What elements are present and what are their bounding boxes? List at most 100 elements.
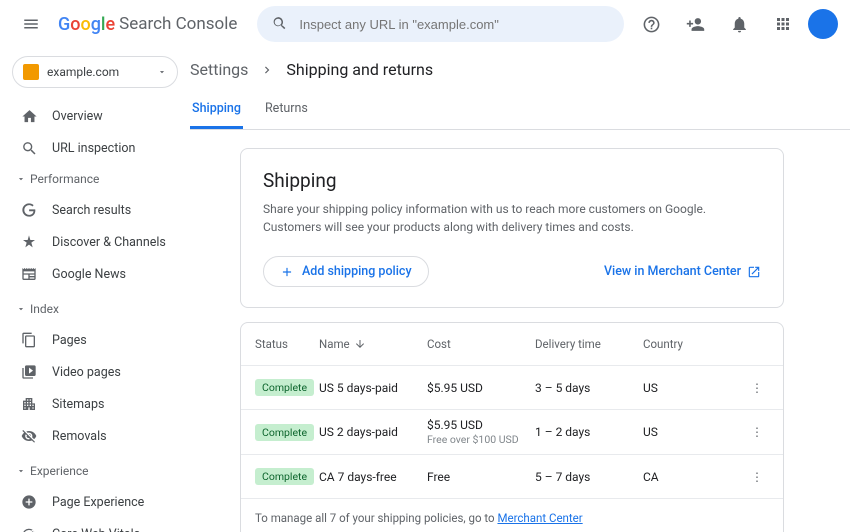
sidebar-item-google-news[interactable]: Google News [8,258,182,290]
users-button[interactable] [676,5,714,43]
table-row[interactable]: Complete US 5 days-paid $5.95 USD 3 – 5 … [241,365,783,409]
cell-country: US [643,425,745,439]
sidebar-item-label: Google News [52,267,126,282]
main-content: Settings Shipping and returns Shipping R… [190,48,850,532]
tab-returns[interactable]: Returns [263,91,310,129]
property-selector[interactable]: example.com [12,56,178,88]
sidebar-item-core-web-vitals[interactable]: Core Web Vitals [8,518,182,532]
sidebar-item-label: Removals [52,429,107,444]
property-name: example.com [47,65,149,79]
sidebar-group-performance[interactable]: Performance [8,164,182,194]
sidebar-item-removals[interactable]: Removals [8,420,182,452]
chevron-down-icon [16,304,26,314]
add-shipping-policy-button[interactable]: Add shipping policy [263,256,429,287]
sidebar-item-discover[interactable]: Discover & Channels [8,226,182,258]
view-merchant-center-link[interactable]: View in Merchant Center [604,264,761,279]
cell-cost: $5.95 USD [427,381,535,395]
sidebar-item-pages[interactable]: Pages [8,324,182,356]
apps-button[interactable] [764,5,802,43]
magnifier-icon [20,139,38,157]
sidebar-item-label: Search results [52,203,131,218]
speed-icon [20,525,38,532]
cell-country: US [643,381,745,395]
logo[interactable]: Google Search Console [58,14,237,35]
merchant-center-link[interactable]: Merchant Center [497,511,582,525]
col-header-name[interactable]: Name [319,337,427,351]
sidebar-item-sitemaps[interactable]: Sitemaps [8,388,182,420]
cell-delivery: 5 – 7 days [535,470,643,484]
table-row[interactable]: Complete US 2 days-paid $5.95 USDFree ov… [241,409,783,454]
news-icon [20,265,38,283]
sidebar-item-label: Pages [52,333,87,348]
status-badge: Complete [255,424,314,441]
status-badge: Complete [255,468,314,485]
home-icon [20,107,38,125]
table-header: Status Name Cost Delivery time Country [241,323,783,365]
sidebar-item-overview[interactable]: Overview [8,100,182,132]
col-header-country[interactable]: Country [643,337,745,351]
sidebar-item-label: URL inspection [52,141,135,156]
cell-delivery: 1 – 2 days [535,425,643,439]
sidebar-item-label: Core Web Vitals [52,527,140,532]
bell-icon [730,15,749,34]
sidebar-item-video-pages[interactable]: Video pages [8,356,182,388]
cell-cost: $5.95 USDFree over $100 USD [427,418,535,446]
sidebar-group-experience[interactable]: Experience [8,456,182,486]
notifications-button[interactable] [720,5,758,43]
account-avatar[interactable] [808,9,838,39]
sidebar-item-url-inspection[interactable]: URL inspection [8,132,182,164]
sidebar-group-index[interactable]: Index [8,294,182,324]
chevron-right-icon [260,63,274,77]
row-menu-button[interactable]: ⋮ [745,425,769,439]
chevron-down-icon [16,466,26,476]
chevron-down-icon [157,67,167,77]
table-row[interactable]: Complete CA 7 days-free Free 5 – 7 days … [241,454,783,498]
sidebar-item-label: Discover & Channels [52,235,166,250]
row-menu-button[interactable]: ⋮ [745,381,769,395]
sidebar-item-search-results[interactable]: Search results [8,194,182,226]
help-button[interactable] [632,5,670,43]
cell-name: CA 7 days-free [319,470,427,484]
people-icon [686,15,705,34]
url-inspect-search[interactable] [257,6,624,42]
cell-name: US 2 days-paid [319,425,427,439]
sidebar-item-label: Video pages [52,365,121,380]
manage-policies-note: To manage all 7 of your shipping policie… [241,498,783,532]
search-icon [271,15,289,33]
sidebar: example.com Overview URL inspection Perf… [0,48,190,532]
sparkle-icon [20,233,38,251]
visibility-off-icon [20,427,38,445]
cell-country: CA [643,470,745,484]
shipping-table: Status Name Cost Delivery time Country C… [240,322,784,532]
breadcrumb-parent[interactable]: Settings [190,60,248,79]
cell-cost: Free [427,470,535,484]
col-header-status[interactable]: Status [255,337,319,351]
search-input[interactable] [299,17,610,32]
tab-shipping[interactable]: Shipping [190,91,243,129]
circle-plus-icon [20,493,38,511]
apps-grid-icon [774,15,792,33]
sidebar-item-label: Sitemaps [52,397,104,412]
breadcrumb-current: Shipping and returns [286,60,433,79]
help-icon [642,15,661,34]
menu-icon [22,15,40,33]
card-description: Share your shipping policy information w… [263,200,761,236]
plus-icon [280,265,294,279]
sidebar-item-label: Overview [52,109,103,124]
g-icon [20,201,38,219]
google-logo-icon: Google [58,14,115,35]
sitemap-icon [20,395,38,413]
col-header-delivery[interactable]: Delivery time [535,337,643,351]
hamburger-menu[interactable] [12,5,50,43]
breadcrumb: Settings Shipping and returns [190,48,850,85]
col-header-cost[interactable]: Cost [427,337,535,351]
row-menu-button[interactable]: ⋮ [745,470,769,484]
external-link-icon [747,265,761,279]
arrow-down-icon [354,338,366,350]
status-badge: Complete [255,379,314,396]
sidebar-item-page-experience[interactable]: Page Experience [8,486,182,518]
chevron-down-icon [16,174,26,184]
pages-icon [20,331,38,349]
card-title: Shipping [263,169,761,192]
video-icon [20,363,38,381]
